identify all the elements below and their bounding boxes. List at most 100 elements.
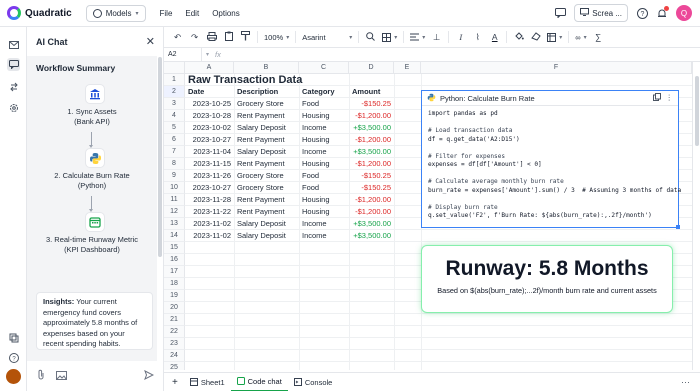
account-avatar[interactable] (6, 369, 21, 384)
more-format-select[interactable]: ∞ ▾ (575, 33, 586, 42)
row-header[interactable]: 4 (164, 110, 185, 122)
row-header[interactable]: 22 (164, 326, 185, 338)
link-icon[interactable]: ⌇ (472, 32, 483, 43)
help-icon[interactable]: ? (636, 7, 648, 19)
paste-icon[interactable] (223, 31, 234, 43)
cell-reference[interactable]: A2 (164, 47, 202, 62)
table-header-cell[interactable]: Description (234, 86, 299, 98)
row-header[interactable]: 5 (164, 122, 185, 134)
format-painter-icon[interactable] (240, 31, 251, 43)
share-button[interactable]: Screa ... (574, 4, 628, 22)
column-header-a[interactable]: A (185, 62, 234, 74)
notifications-icon[interactable] (656, 6, 669, 19)
print-icon[interactable] (206, 31, 217, 43)
row-header[interactable]: 3 (164, 98, 185, 110)
table-cell[interactable]: Rent Payment (234, 158, 299, 170)
row-header[interactable]: 10 (164, 182, 185, 194)
menu-options[interactable]: Options (212, 9, 240, 18)
table-cell[interactable]: Food (299, 170, 349, 182)
table-cell[interactable]: 2023-10-27 (185, 134, 234, 146)
table-title[interactable]: Raw Transaction Data (185, 74, 385, 86)
connections-icon[interactable] (7, 80, 20, 93)
table-cell[interactable]: +$3,500.00 (349, 218, 394, 230)
tab-code-chat[interactable]: Code chat (230, 373, 288, 391)
column-header-f[interactable]: F (421, 62, 692, 74)
table-cell[interactable]: 2023-11-02 (185, 230, 234, 242)
copy-icon[interactable] (652, 93, 661, 103)
menu-file[interactable]: File (160, 9, 173, 18)
row-header[interactable]: 8 (164, 158, 185, 170)
row-header[interactable]: 16 (164, 254, 185, 266)
table-cell[interactable]: 2023-11-26 (185, 170, 234, 182)
row-header[interactable]: 9 (164, 170, 185, 182)
table-cell[interactable]: Salary Deposit (234, 230, 299, 242)
table-cell[interactable]: Salary Deposit (234, 218, 299, 230)
row-header[interactable]: 20 (164, 302, 185, 314)
clear-format-icon[interactable] (530, 31, 541, 43)
table-cell[interactable]: Rent Payment (234, 194, 299, 206)
tab-console[interactable]: Console (288, 373, 339, 391)
add-sheet-icon[interactable]: + (164, 373, 184, 391)
table-cell[interactable]: -$1,200.00 (349, 110, 394, 122)
column-header-b[interactable]: B (234, 62, 299, 74)
row-header[interactable]: 15 (164, 242, 185, 254)
table-cell[interactable]: -$150.25 (349, 170, 394, 182)
close-icon[interactable]: ✕ (146, 35, 155, 48)
row-header[interactable]: 13 (164, 218, 185, 230)
row-header[interactable]: 19 (164, 290, 185, 302)
app-logo[interactable]: Quadratic (7, 6, 72, 20)
table-cell[interactable]: 2023-10-25 (185, 98, 234, 110)
table-header-cell[interactable]: Date (185, 86, 234, 98)
help-circle-icon[interactable]: ? (7, 351, 20, 364)
chat-icon[interactable] (7, 58, 20, 71)
sum-icon[interactable]: ∑ (593, 32, 604, 42)
table-cell[interactable]: +$3,500.00 (349, 230, 394, 242)
scrollbar-thumb[interactable] (695, 76, 699, 146)
table-cell[interactable]: 2023-11-04 (185, 146, 234, 158)
table-cell[interactable]: +$3,500.00 (349, 122, 394, 134)
row-header[interactable]: 11 (164, 194, 185, 206)
table-cell[interactable]: -$1,200.00 (349, 134, 394, 146)
row-header[interactable]: 21 (164, 314, 185, 326)
user-avatar[interactable]: Q (676, 5, 692, 21)
font-select[interactable]: Asarint ▾ (302, 33, 352, 42)
python-code-cell[interactable]: Python: Calculate Burn Rate ⋮ import pan… (421, 90, 681, 229)
table-cell[interactable]: 2023-11-15 (185, 158, 234, 170)
table-cell[interactable]: Housing (299, 206, 349, 218)
table-cell[interactable]: Income (299, 122, 349, 134)
tab-sheet1[interactable]: Sheet1 (184, 373, 231, 391)
column-header-c[interactable]: C (299, 62, 349, 74)
row-header[interactable]: 25 (164, 362, 185, 370)
fill-color-icon[interactable] (513, 31, 524, 43)
row-header[interactable]: 17 (164, 266, 185, 278)
chevron-down-icon[interactable]: ▾ (206, 51, 209, 58)
attach-icon[interactable] (37, 369, 45, 382)
feedback-icon[interactable] (554, 7, 566, 19)
row-header[interactable]: 7 (164, 146, 185, 158)
align-select[interactable]: ▾ (410, 33, 425, 41)
table-cell[interactable]: Rent Payment (234, 206, 299, 218)
image-icon[interactable] (56, 371, 67, 382)
search-icon[interactable] (365, 31, 376, 43)
column-header-e[interactable]: E (394, 62, 421, 74)
table-cell[interactable]: Income (299, 218, 349, 230)
chat-scrollbar[interactable] (158, 57, 162, 257)
row-header[interactable]: 1 (164, 74, 185, 86)
table-cell[interactable]: Housing (299, 194, 349, 206)
more-horizontal-icon[interactable]: ··· (681, 377, 690, 387)
code-editor[interactable]: import pandas as pd # Load transaction da… (422, 106, 681, 225)
resize-handle[interactable] (676, 225, 680, 229)
models-button[interactable]: Models ▾ (85, 4, 146, 22)
table-cell[interactable]: -$150.25 (349, 182, 394, 194)
undo-icon[interactable]: ↶ (172, 32, 183, 43)
table-cell[interactable]: +$3,500.00 (349, 146, 394, 158)
table-cell[interactable]: Housing (299, 134, 349, 146)
conditional-format-select[interactable]: ▾ (547, 32, 562, 42)
table-cell[interactable]: Food (299, 98, 349, 110)
column-header-d[interactable]: D (349, 62, 394, 74)
zoom-select[interactable]: 100% ▾ (264, 33, 289, 42)
table-cell[interactable]: Grocery Store (234, 182, 299, 194)
row-header[interactable]: 24 (164, 350, 185, 362)
table-cell[interactable]: 2023-11-02 (185, 218, 234, 230)
table-cell[interactable]: 2023-10-02 (185, 122, 234, 134)
